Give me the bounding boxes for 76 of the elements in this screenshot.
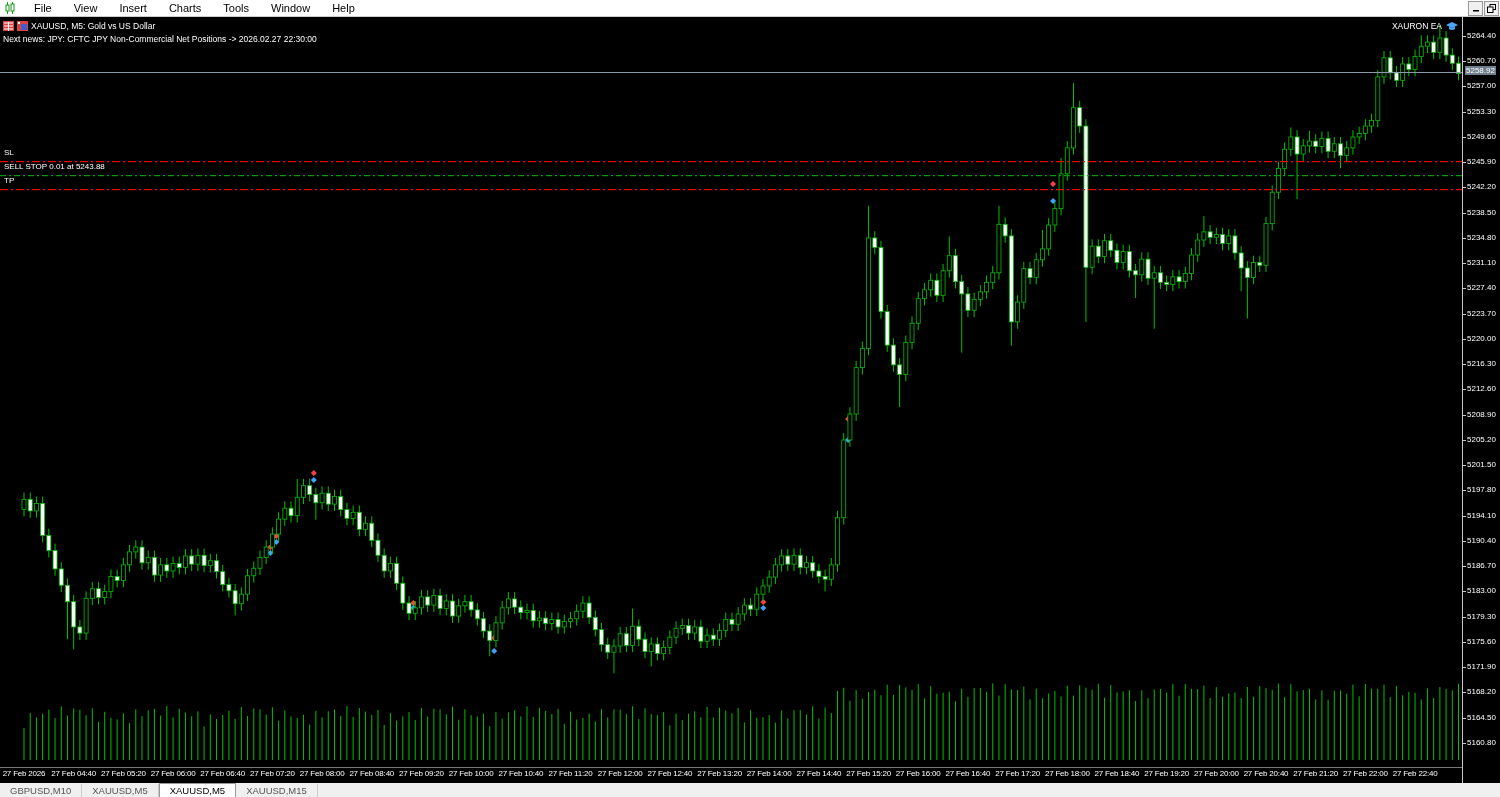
time-label: 27 Feb 18:00 [1043, 769, 1091, 778]
chart-title: XAUUSD, M5: Gold vs US Dollar [31, 21, 156, 31]
time-label: 27 Feb 10:00 [447, 769, 495, 778]
time-label: 27 Feb 08:40 [348, 769, 396, 778]
time-label: 27 Feb 17:20 [994, 769, 1041, 778]
price-label: 5231.10 [1467, 258, 1496, 268]
price-label: 5223.70 [1467, 308, 1496, 318]
time-label: 27 Feb 12:00 [596, 769, 644, 778]
order-label: TP [4, 176, 15, 185]
price-label: 5212.60 [1467, 384, 1496, 394]
time-label: 27 Feb 04:40 [50, 769, 98, 778]
time-label: 27 Feb 10:40 [497, 769, 545, 778]
time-label: 27 Feb 21:20 [1292, 769, 1340, 778]
menu-item[interactable]: Tools [212, 2, 260, 14]
price-label: 5175.60 [1467, 636, 1496, 646]
menu-item[interactable]: Charts [157, 2, 213, 14]
price-label: 5234.80 [1467, 232, 1496, 242]
chart-tab[interactable]: XAUUSD,M5 [82, 784, 159, 797]
time-label: 27 Feb 08:00 [298, 769, 346, 778]
menu-item[interactable]: Window [260, 2, 322, 14]
price-label: 5197.80 [1467, 485, 1496, 495]
price-label: 5160.80 [1467, 737, 1496, 747]
time-label: 27 Feb 19:20 [1143, 769, 1190, 778]
price-label: 5201.50 [1467, 460, 1496, 470]
price-label: 5194.10 [1467, 510, 1496, 520]
price-label: 5190.40 [1467, 535, 1496, 545]
chart-tab[interactable]: XAUUSD,M15 [236, 784, 318, 797]
price-label: 5205.20 [1467, 434, 1496, 444]
time-label: 27 Feb 20:40 [1242, 769, 1290, 778]
menu-item[interactable]: Insert [108, 2, 158, 14]
menu-item[interactable]: File [23, 2, 63, 14]
news-text: Next news: JPY: CFTC JPY Non-Commercial Net Positions -> 2026.02.27 22:30:00 [3, 34, 317, 44]
time-label: 27 Feb 16:40 [944, 769, 992, 778]
time-label: 27 Feb 15:20 [845, 769, 892, 778]
expert-name: XAURON EA [1391, 21, 1442, 31]
price-label: 5208.90 [1467, 409, 1496, 419]
chart-tab[interactable]: XAUUSD,M5 [158, 783, 237, 797]
price-label: 5220.00 [1467, 333, 1496, 343]
time-label: 27 Feb 11:20 [547, 769, 594, 778]
time-label: 27 Feb 12:40 [646, 769, 694, 778]
time-label: 27 Feb 13:20 [696, 769, 743, 778]
time-label: 27 Feb 09:20 [398, 769, 445, 778]
order-label: SL [4, 148, 14, 157]
time-label: 27 Feb 2026 [1, 769, 47, 778]
menu-item[interactable]: Help [321, 2, 366, 14]
time-label: 27 Feb 06:40 [199, 769, 247, 778]
price-label: 5260.70 [1467, 56, 1496, 66]
time-label: 27 Feb 20:00 [1192, 769, 1240, 778]
time-label: 27 Feb 14:40 [795, 769, 843, 778]
price-label: 5227.40 [1467, 283, 1496, 293]
time-label: 27 Feb 22:40 [1391, 769, 1439, 778]
price-label: 5183.00 [1467, 586, 1496, 596]
price-label: 5253.30 [1467, 106, 1496, 116]
price-label: 5179.30 [1467, 611, 1496, 621]
price-label: 5164.50 [1467, 712, 1496, 722]
price-label: 5171.90 [1467, 662, 1496, 672]
time-label: 27 Feb 14:00 [745, 769, 793, 778]
chart-tab[interactable]: GBPUSD,M10 [0, 784, 83, 797]
price-label: 5242.20 [1467, 182, 1496, 192]
time-label: 27 Feb 05:20 [100, 769, 147, 778]
price-label: 5264.40 [1467, 30, 1496, 40]
time-label: 27 Feb 16:00 [894, 769, 942, 778]
price-label: 5186.70 [1467, 561, 1496, 571]
order-label: SELL STOP 0.01 at 5243.88 [4, 162, 105, 171]
price-label: 5238.50 [1467, 207, 1496, 217]
price-label: 5216.30 [1467, 359, 1496, 369]
bid-price-label: 5258.92 [1465, 66, 1496, 75]
menu-item[interactable]: View [62, 2, 109, 14]
time-label: 27 Feb 06:00 [149, 769, 197, 778]
price-label: 5245.90 [1467, 157, 1496, 167]
price-label: 5257.00 [1467, 81, 1496, 91]
time-label: 27 Feb 07:20 [249, 769, 296, 778]
time-label: 27 Feb 18:40 [1093, 769, 1141, 778]
time-label: 27 Feb 22:00 [1342, 769, 1389, 778]
price-label: 5168.20 [1467, 687, 1496, 697]
price-label: 5249.60 [1467, 131, 1496, 141]
